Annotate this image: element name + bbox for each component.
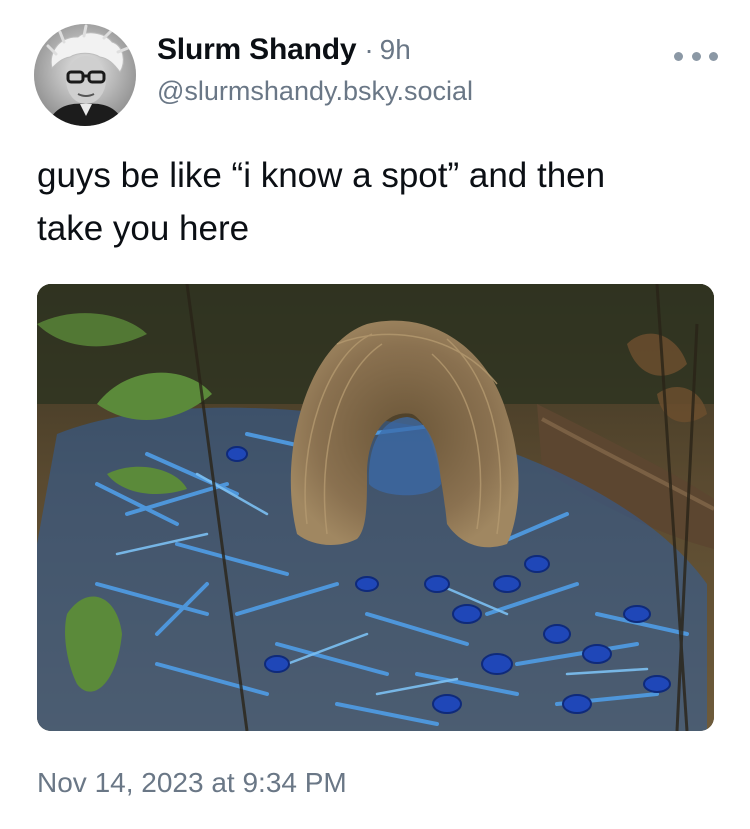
post-header: Slurm Shandy · 9h @slurmshandy.bsky.soci…	[157, 33, 473, 107]
post-time-ago[interactable]: 9h	[380, 34, 411, 66]
post-timestamp: Nov 14, 2023 at 9:34 PM	[37, 767, 347, 798]
post-text-line: guys be like “i know a spot” and then	[37, 156, 606, 195]
more-horizontal-icon-dot	[691, 51, 701, 61]
more-options-button[interactable]	[674, 46, 718, 66]
separator-dot: ·	[364, 34, 374, 65]
author-handle[interactable]: @slurmshandy.bsky.social	[157, 76, 473, 107]
more-horizontal-icon-dot	[709, 51, 718, 61]
author-display-name[interactable]: Slurm Shandy	[157, 33, 357, 67]
more-horizontal-icon	[674, 51, 683, 61]
post-image[interactable]	[37, 284, 714, 731]
post-card[interactable]: Slurm Shandy · 9h @slurmshandy.bsky.soci…	[0, 0, 750, 829]
bowerbird-nest-photo	[37, 284, 714, 731]
avatar-photo	[34, 24, 136, 126]
author-name-row: Slurm Shandy · 9h	[157, 33, 473, 67]
post-text: guys be like “i know a spot” and then ta…	[37, 149, 717, 255]
post-text-line: take you here	[37, 209, 250, 248]
author-avatar[interactable]	[34, 24, 136, 126]
